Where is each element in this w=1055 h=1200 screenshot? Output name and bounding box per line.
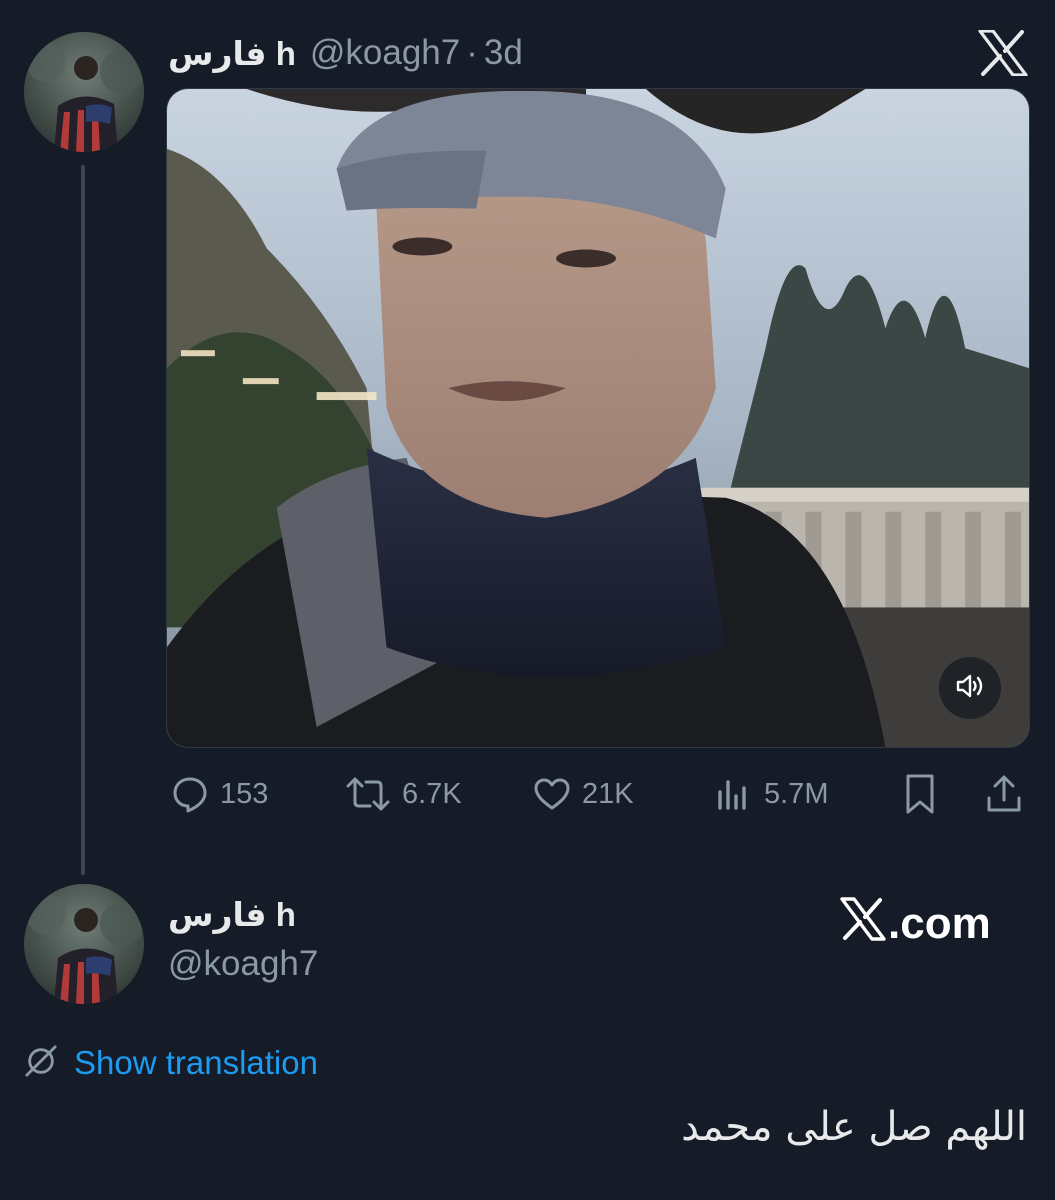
globe-slash-icon bbox=[24, 1044, 58, 1083]
tweet-screenshot: فارس h @koagh7 · 3d 153 6.7K 21K 5.7M فا… bbox=[0, 0, 1055, 1200]
video-player[interactable] bbox=[166, 88, 1030, 748]
separator: · bbox=[466, 33, 478, 72]
brand-text: .com bbox=[888, 899, 991, 948]
reply-count: 153 bbox=[220, 777, 269, 810]
bookmark-button[interactable] bbox=[900, 766, 940, 822]
avatar[interactable] bbox=[24, 32, 144, 152]
views-icon bbox=[714, 774, 754, 814]
avatar[interactable] bbox=[24, 884, 144, 1004]
retweet-icon bbox=[344, 774, 392, 814]
timestamp[interactable]: 3d bbox=[484, 33, 523, 72]
show-translation-link[interactable]: Show translation bbox=[24, 1040, 318, 1086]
x-logo-icon bbox=[840, 896, 888, 952]
retweet-count: 6.7K bbox=[402, 777, 462, 810]
handle[interactable]: @koagh7 bbox=[168, 944, 318, 984]
speaker-icon bbox=[954, 670, 986, 707]
x-com-brand: .com bbox=[840, 896, 991, 952]
share-button[interactable] bbox=[984, 766, 1024, 822]
bookmark-icon bbox=[900, 772, 940, 816]
display-name[interactable]: فارس h bbox=[168, 34, 296, 73]
reply-icon bbox=[170, 774, 210, 814]
handle-and-time[interactable]: @koagh7 · 3d bbox=[310, 33, 523, 73]
like-button[interactable]: 21K bbox=[532, 766, 634, 822]
like-count: 21K bbox=[582, 777, 634, 810]
views-count: 5.7M bbox=[764, 777, 829, 810]
display-name[interactable]: فارس h bbox=[168, 892, 318, 938]
show-translation-label[interactable]: Show translation bbox=[74, 1044, 318, 1082]
heart-icon bbox=[532, 774, 572, 814]
tweet-text: اللهم صل على محمد bbox=[681, 1104, 1027, 1150]
action-bar: 153 6.7K 21K 5.7M bbox=[166, 766, 1030, 822]
handle[interactable]: @koagh7 bbox=[310, 33, 460, 72]
quote-author: فارس h @koagh7 bbox=[168, 892, 318, 984]
mute-button[interactable] bbox=[939, 657, 1001, 719]
share-icon bbox=[984, 772, 1024, 816]
thread-line bbox=[81, 165, 85, 875]
x-logo-icon[interactable] bbox=[978, 29, 1028, 77]
reply-button[interactable]: 153 bbox=[170, 766, 268, 822]
video-frame bbox=[167, 89, 1029, 747]
views-button[interactable]: 5.7M bbox=[714, 766, 828, 822]
retweet-button[interactable]: 6.7K bbox=[344, 766, 462, 822]
tweet-header: فارس h @koagh7 · 3d bbox=[168, 30, 523, 76]
